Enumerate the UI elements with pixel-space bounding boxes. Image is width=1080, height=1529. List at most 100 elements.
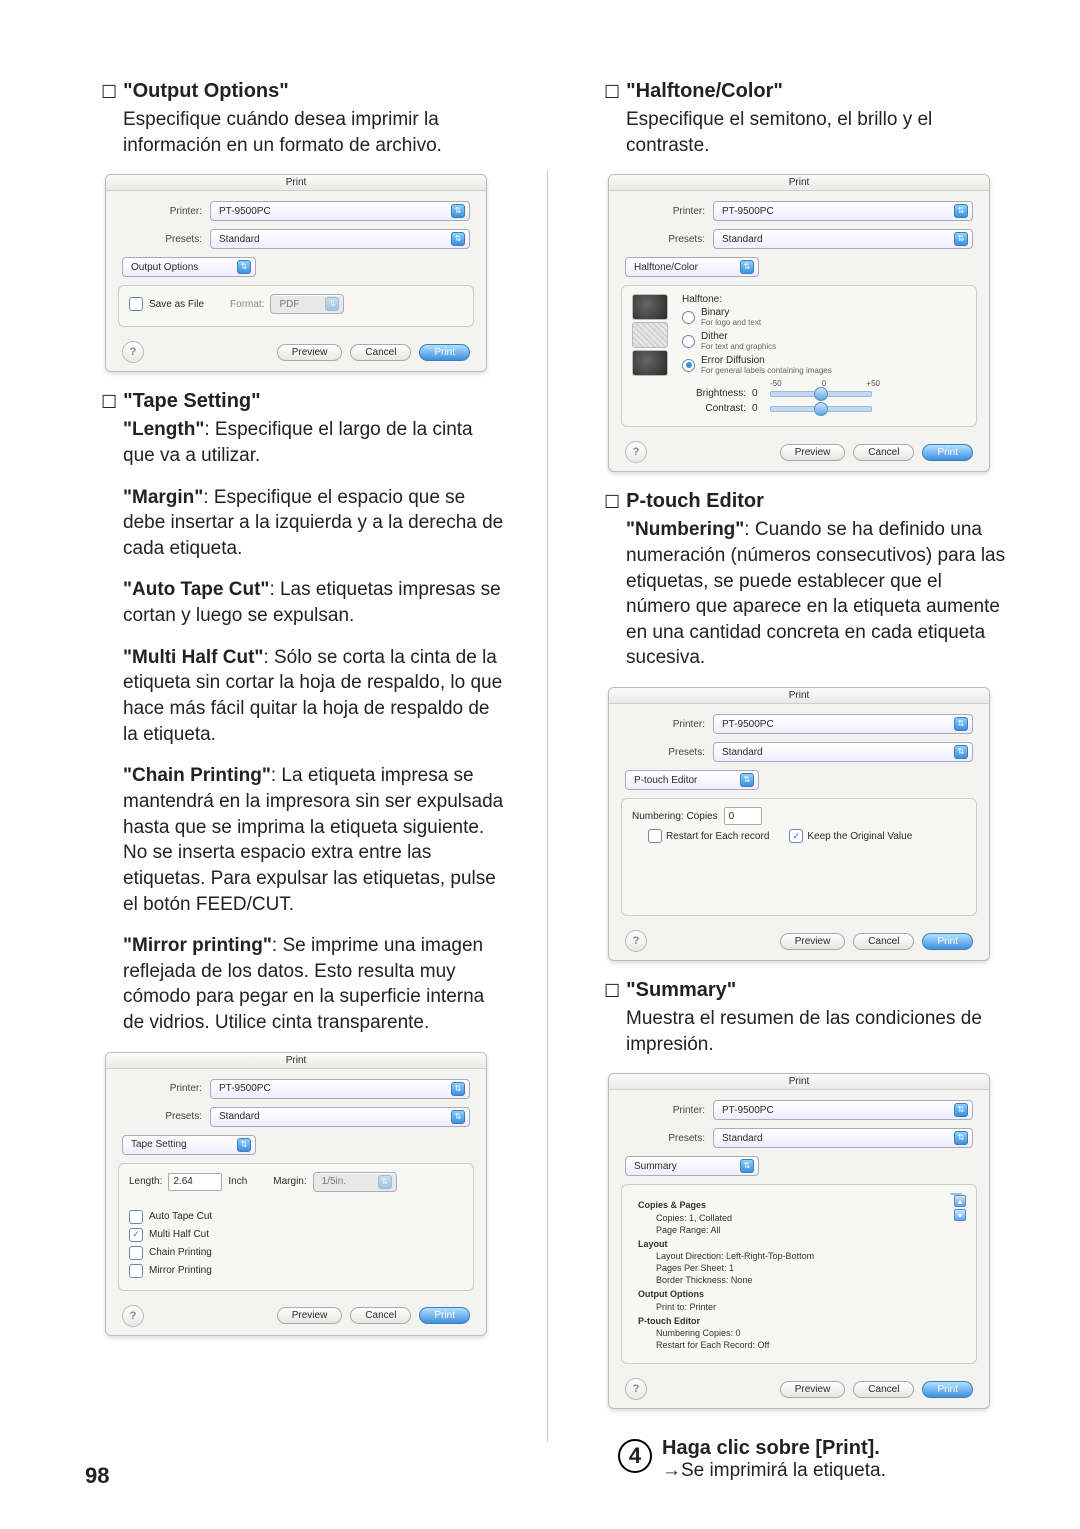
- dialog-title: Print: [106, 1053, 486, 1069]
- tab-select-tape-setting[interactable]: Tape Setting ⇅: [122, 1135, 256, 1155]
- format-label: Format:: [230, 299, 264, 310]
- cancel-button[interactable]: Cancel: [350, 344, 411, 361]
- page-number: 98: [85, 1463, 109, 1489]
- presets-label: Presets:: [625, 747, 713, 758]
- brightness-slider[interactable]: [770, 391, 872, 397]
- dropdown-arrows-icon: ⇅: [954, 232, 968, 246]
- contrast-slider[interactable]: [770, 406, 872, 412]
- manual-page: ☐ "Output Options" Especifique cuándo de…: [0, 0, 1080, 1529]
- halftone-label: Halftone:: [682, 294, 966, 307]
- restart-each-record-checkbox[interactable]: [648, 829, 662, 843]
- presets-label: Presets:: [122, 234, 210, 245]
- preview-button[interactable]: Preview: [780, 444, 846, 461]
- preview-button[interactable]: Preview: [780, 933, 846, 950]
- preview-button[interactable]: Preview: [277, 1307, 343, 1324]
- tape-autocut-desc: "Auto Tape Cut": Las etiquetas impresas …: [85, 577, 507, 628]
- length-unit: Inch: [228, 1176, 247, 1187]
- ptouch-desc: "Numbering": Cuando se ha definido una n…: [588, 517, 1010, 671]
- dropdown-arrows-icon: ⇅: [954, 745, 968, 759]
- cancel-button[interactable]: Cancel: [853, 1381, 914, 1398]
- preview-thumb-icon: [632, 294, 668, 320]
- bullet-icon: ☐: [604, 83, 620, 101]
- brightness-label: Brightness:: [682, 388, 746, 399]
- margin-select[interactable]: 1/5in. ⇅: [313, 1172, 397, 1192]
- printer-select[interactable]: PT-9500PC ⇅: [713, 714, 973, 734]
- tab-select-output-options[interactable]: Output Options ⇅: [122, 257, 256, 277]
- dropdown-arrows-icon: ⇅: [237, 260, 251, 274]
- print-dialog-ptouch: Print Printer: PT-9500PC ⇅ Presets: Stan…: [608, 687, 990, 961]
- tab-select-summary[interactable]: Summary ⇅: [625, 1156, 759, 1176]
- presets-label: Presets:: [625, 234, 713, 245]
- scroll-down-icon[interactable]: ▾: [954, 1209, 966, 1221]
- dropdown-arrows-icon: ⇅: [451, 204, 465, 218]
- bullet-icon: ☐: [101, 393, 117, 411]
- help-icon[interactable]: ?: [122, 1305, 144, 1327]
- error-diffusion-radio[interactable]: [682, 359, 695, 372]
- print-button[interactable]: Print: [419, 1307, 470, 1324]
- presets-select[interactable]: Standard ⇅: [713, 1128, 973, 1148]
- printer-label: Printer:: [625, 206, 713, 217]
- printer-select[interactable]: PT-9500PC ⇅: [210, 1079, 470, 1099]
- right-column: ☐ "Halftone/Color" Especifique el semito…: [588, 70, 1010, 1482]
- print-dialog-output-options: Print Printer: PT-9500PC ⇅ Presets: Stan…: [105, 174, 487, 372]
- cancel-button[interactable]: Cancel: [350, 1307, 411, 1324]
- brightness-value: 0: [752, 388, 758, 399]
- dropdown-arrows-icon: ⇅: [325, 297, 339, 311]
- dither-radio[interactable]: [682, 335, 695, 348]
- tab-select-halftone[interactable]: Halftone/Color ⇅: [625, 257, 759, 277]
- format-select[interactable]: PDF ⇅: [270, 294, 344, 314]
- print-button[interactable]: Print: [922, 1381, 973, 1398]
- keep-original-value-checkbox[interactable]: ✓: [789, 829, 803, 843]
- help-icon[interactable]: ?: [625, 1378, 647, 1400]
- section-title-summary: "Summary": [626, 979, 736, 1002]
- contrast-value: 0: [752, 403, 758, 414]
- dropdown-arrows-icon: ⇅: [740, 1159, 754, 1173]
- dropdown-arrows-icon: ⇅: [451, 1082, 465, 1096]
- cancel-button[interactable]: Cancel: [853, 933, 914, 950]
- multi-half-cut-checkbox[interactable]: ✓: [129, 1228, 143, 1242]
- print-dialog-tape-setting: Print Printer: PT-9500PC ⇅ Presets: Stan…: [105, 1052, 487, 1336]
- save-as-file-label: Save as File: [149, 299, 204, 310]
- presets-select[interactable]: Standard ⇅: [713, 742, 973, 762]
- numbering-copies-input[interactable]: 0: [724, 807, 762, 825]
- tape-chain-desc: "Chain Printing": La etiqueta impresa se…: [85, 763, 507, 917]
- tape-mirror-desc: "Mirror printing": Se imprime una imagen…: [85, 933, 507, 1036]
- preview-button[interactable]: Preview: [277, 344, 343, 361]
- print-dialog-summary: Print Printer: PT-9500PC ⇅ Presets: Stan…: [608, 1073, 990, 1409]
- mirror-printing-checkbox[interactable]: [129, 1264, 143, 1278]
- printer-label: Printer:: [122, 206, 210, 217]
- print-button[interactable]: Print: [922, 933, 973, 950]
- help-icon[interactable]: ?: [625, 930, 647, 952]
- tab-select-ptouch[interactable]: P-touch Editor ⇅: [625, 770, 759, 790]
- section-title-output-options: "Output Options": [123, 80, 289, 103]
- halftone-preview-thumbs: [632, 294, 668, 376]
- printer-select[interactable]: PT-9500PC ⇅: [713, 201, 973, 221]
- tape-length-desc: "Length": Especifique el largo de la cin…: [85, 417, 507, 468]
- bullet-icon: ☐: [101, 83, 117, 101]
- length-input[interactable]: 2.64: [168, 1173, 222, 1191]
- dialog-title: Print: [609, 1074, 989, 1090]
- help-icon[interactable]: ?: [122, 341, 144, 363]
- printer-select[interactable]: PT-9500PC ⇅: [713, 1100, 973, 1120]
- dropdown-arrows-icon: ⇅: [954, 1131, 968, 1145]
- scroll-up-icon[interactable]: ▴: [954, 1195, 966, 1207]
- print-dialog-halftone: Print Printer: PT-9500PC ⇅ Presets: Stan…: [608, 174, 990, 472]
- left-column: ☐ "Output Options" Especifique cuándo de…: [85, 70, 507, 1482]
- presets-select[interactable]: Standard ⇅: [210, 229, 470, 249]
- auto-tape-cut-checkbox[interactable]: [129, 1210, 143, 1224]
- step-4: 4 Haga clic sobre [Print]. →Se imprimirá…: [588, 1437, 1010, 1482]
- printer-select[interactable]: PT-9500PC ⇅: [210, 201, 470, 221]
- presets-select[interactable]: Standard ⇅: [713, 229, 973, 249]
- help-icon[interactable]: ?: [625, 441, 647, 463]
- print-button[interactable]: Print: [922, 444, 973, 461]
- margin-label: Margin:: [273, 1176, 306, 1187]
- save-as-file-checkbox[interactable]: [129, 297, 143, 311]
- chain-printing-checkbox[interactable]: [129, 1246, 143, 1260]
- presets-select[interactable]: Standard ⇅: [210, 1107, 470, 1127]
- print-button[interactable]: Print: [419, 344, 470, 361]
- section-title-halftone: "Halftone/Color": [626, 80, 783, 103]
- summary-desc: Muestra el resumen de las condiciones de…: [588, 1006, 1010, 1057]
- preview-button[interactable]: Preview: [780, 1381, 846, 1398]
- cancel-button[interactable]: Cancel: [853, 444, 914, 461]
- binary-radio[interactable]: [682, 311, 695, 324]
